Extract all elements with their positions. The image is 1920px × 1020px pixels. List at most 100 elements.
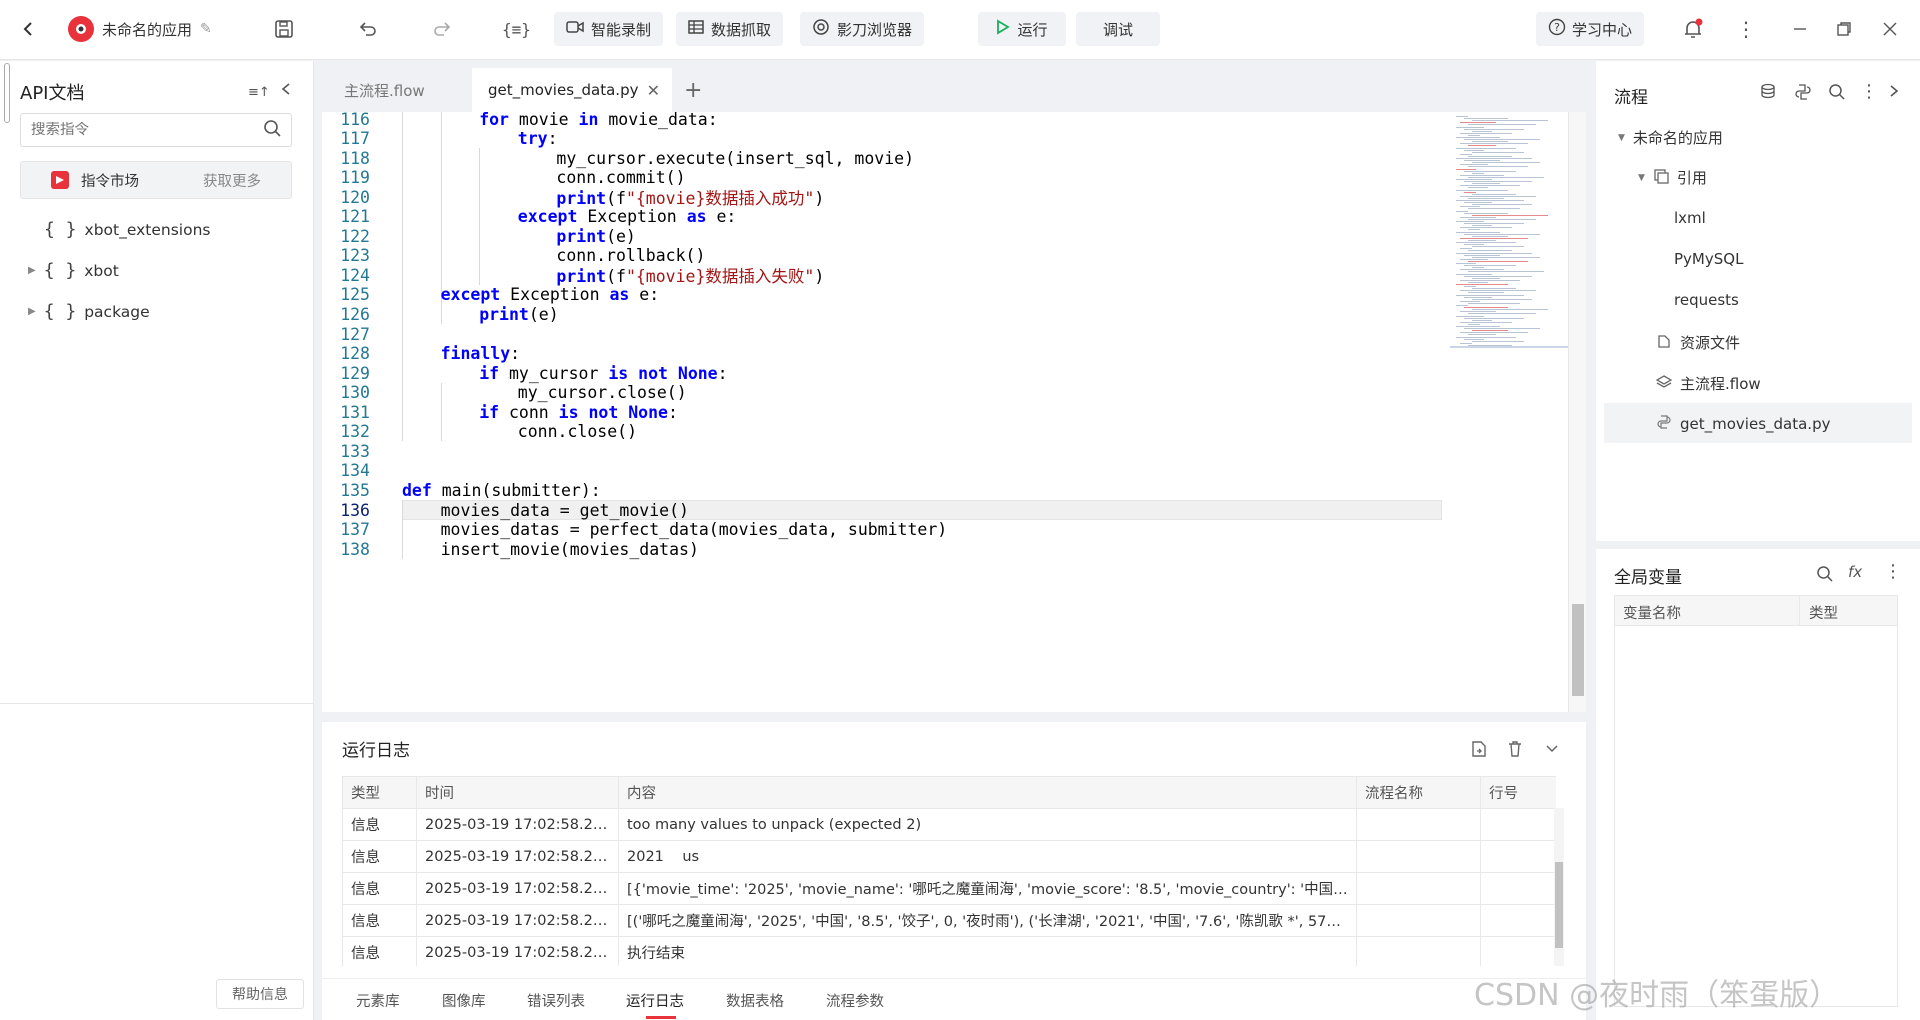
code-line[interactable]: 128 finally: (322, 344, 1442, 364)
tree-item-package[interactable]: ▶ { } package (28, 301, 150, 322)
code-line[interactable]: 125 except Exception as e: (322, 285, 1442, 305)
tab-image-library[interactable]: 图像库 (442, 990, 486, 1011)
col-content[interactable]: 内容 (618, 776, 1357, 809)
scrollbar-thumb[interactable] (1555, 862, 1563, 948)
back-icon[interactable] (14, 12, 44, 46)
debug-button[interactable]: 调试 (1076, 12, 1160, 46)
tab-error-list[interactable]: 错误列表 (527, 990, 585, 1011)
expand-arrow-icon[interactable]: ▼ (1638, 173, 1645, 183)
close-tab-icon[interactable]: ✕ (647, 81, 660, 100)
minimize-icon[interactable] (1786, 12, 1814, 46)
add-tab-icon[interactable]: + (684, 78, 702, 103)
col-type[interactable]: 类型 (342, 776, 417, 809)
save-icon[interactable] (268, 12, 300, 46)
tab-run-log[interactable]: 运行日志 (626, 990, 684, 1011)
tab-flow-params[interactable]: 流程参数 (826, 990, 884, 1011)
table-row[interactable]: 信息 2025-03-19 17:02:58.233 2021 us (342, 840, 1556, 873)
table-row[interactable]: 信息 2025-03-19 17:02:58.252 [{'movie_time':… (342, 872, 1556, 905)
get-more-link[interactable]: 获取更多 (203, 170, 261, 191)
tab-element-library[interactable]: 元素库 (356, 990, 400, 1011)
minimap[interactable] (1450, 116, 1574, 356)
code-line[interactable]: 124 print(f"{movie}数据插入失败") (322, 265, 1442, 287)
tree-item-pymysql[interactable]: PyMySQL (1674, 250, 1743, 268)
search-icon[interactable] (1828, 83, 1846, 105)
more-vertical-icon[interactable]: ⋮ (1730, 12, 1762, 46)
more-vertical-icon[interactable]: ⋮ (1860, 81, 1878, 102)
code-line[interactable]: 119 conn.commit() (322, 168, 1442, 188)
redo-icon[interactable] (426, 12, 458, 46)
log-scrollbar[interactable] (1554, 808, 1564, 966)
learn-center-button[interactable]: ? 学习中心 (1536, 12, 1645, 46)
tree-item-requests[interactable]: requests (1674, 291, 1739, 309)
code-line[interactable]: 126 print(e) (322, 305, 1442, 325)
col-time[interactable]: 时间 (416, 776, 619, 809)
tree-item-references[interactable]: ▼ 引用 (1638, 167, 1707, 188)
code-line[interactable]: 127 (322, 324, 1442, 344)
run-button[interactable]: 运行 (978, 12, 1066, 46)
code-line[interactable]: 138 insert_movie(movies_datas) (322, 539, 1442, 559)
col-line-no[interactable]: 行号 (1480, 776, 1556, 809)
col-var-name[interactable]: 变量名称 (1623, 602, 1681, 623)
panel-resize-handle[interactable] (4, 63, 10, 123)
code-line[interactable]: 121 except Exception as e: (322, 207, 1442, 227)
tab-main-flow[interactable]: 主流程.flow (322, 68, 472, 112)
search-icon[interactable] (1816, 565, 1834, 587)
code-line[interactable]: 133 (322, 441, 1442, 461)
expand-arrow-icon[interactable]: ▶ (28, 265, 36, 276)
tab-get-movies-data[interactable]: get_movies_data.py ✕ (472, 68, 672, 112)
data-capture-button[interactable]: 数据抓取 (676, 12, 784, 46)
code-line[interactable]: 137 movies_datas = perfect_data(movies_da… (322, 520, 1442, 540)
tab-data-table[interactable]: 数据表格 (726, 990, 784, 1011)
tree-item-app[interactable]: ▼ 未命名的应用 (1618, 127, 1723, 148)
table-row[interactable]: 信息 2025-03-19 17:02:58.256 执行结束 (342, 936, 1556, 966)
help-info-button[interactable]: 帮助信息 (216, 979, 304, 1009)
search-box[interactable] (20, 113, 292, 147)
sort-icon[interactable]: ≡↑ (248, 85, 270, 100)
code-format-icon[interactable]: {≡} (496, 12, 537, 46)
browser-button[interactable]: 影刀浏览器 (800, 12, 925, 46)
code-line[interactable]: 122 print(e) (322, 226, 1442, 246)
notification-bell-icon[interactable] (1676, 12, 1710, 46)
restore-icon[interactable] (1830, 12, 1858, 46)
tree-item-xbot[interactable]: ▶ { } xbot (28, 260, 119, 281)
code-line[interactable]: 117 try: (322, 129, 1442, 149)
search-icon[interactable] (263, 119, 281, 141)
col-flow-name[interactable]: 流程名称 (1356, 776, 1481, 809)
search-input[interactable] (31, 122, 263, 138)
python-package-icon[interactable] (1794, 83, 1812, 105)
expand-arrow-icon[interactable]: ▶ (28, 306, 36, 317)
more-vertical-icon[interactable]: ⋮ (1884, 561, 1902, 582)
command-market-button[interactable]: 指令市场 获取更多 (20, 161, 292, 199)
table-row[interactable]: 信息 2025-03-19 17:02:58.232 too many values… (342, 808, 1556, 841)
tree-item-main-flow[interactable]: 主流程.flow (1655, 373, 1761, 394)
tree-item-xbot-extensions[interactable]: { } xbot_extensions (44, 219, 210, 240)
code-line[interactable]: 136 movies_data = get_movie() (322, 500, 1442, 520)
code-line[interactable]: 135 def main(submitter): (322, 480, 1442, 500)
close-window-icon[interactable] (1876, 12, 1904, 46)
export-log-icon[interactable] (1470, 740, 1488, 762)
add-variable-icon[interactable]: fx (1848, 563, 1862, 581)
app-title[interactable]: 未命名的应用 ✎ (62, 12, 218, 46)
collapse-log-icon[interactable] (1544, 740, 1560, 760)
scrollbar-thumb[interactable] (1572, 604, 1584, 696)
code-line[interactable]: 130 my_cursor.close() (322, 383, 1442, 403)
undo-icon[interactable] (352, 12, 384, 46)
delete-log-icon[interactable] (1506, 740, 1524, 762)
code-line[interactable]: 129 if my_cursor is not None: (322, 363, 1442, 383)
collapse-left-icon[interactable] (280, 81, 292, 101)
code-line[interactable]: 134 (322, 461, 1442, 481)
code-line[interactable]: 118 my_cursor.execute(insert_sql, movie) (322, 148, 1442, 168)
expand-arrow-icon[interactable]: ▼ (1618, 133, 1625, 143)
code-line[interactable]: 123 conn.rollback() (322, 246, 1442, 266)
tree-item-lxml[interactable]: lxml (1674, 209, 1706, 227)
code-line[interactable]: 132 conn.close() (322, 422, 1442, 442)
tree-item-resources[interactable]: 资源文件 (1656, 332, 1740, 353)
editor-scrollbar[interactable] (1568, 112, 1586, 712)
table-row[interactable]: 信息 2025-03-19 17:02:58.254 [('哪吒之魔童闹海', '2… (342, 904, 1556, 937)
code-area[interactable]: 116 for movie in movie_data: 117 try: 118 my_… (322, 112, 1572, 712)
smart-record-button[interactable]: 智能录制 (554, 12, 664, 46)
col-var-type[interactable]: 类型 (1809, 602, 1838, 623)
db-icon[interactable] (1760, 83, 1778, 105)
edit-icon[interactable]: ✎ (200, 21, 212, 37)
code-line[interactable]: 120 print(f"{movie}数据插入成功") (322, 187, 1442, 209)
